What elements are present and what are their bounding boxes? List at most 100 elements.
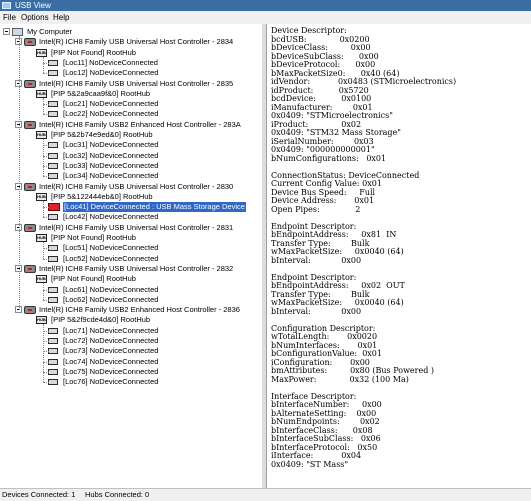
tree-controller[interactable]: Intel(R) ICH8 Family USB2 Enhanced Host … xyxy=(0,120,262,130)
tree-connector xyxy=(43,341,49,342)
tree-port[interactable]: [Loc62] NoDeviceConnected xyxy=(0,295,262,305)
usb-port-icon xyxy=(48,348,58,355)
tree-root-hub[interactable]: HUB [PIP 5&122444eb&0] RootHub xyxy=(0,192,262,202)
tree-connector xyxy=(43,289,49,291)
tree-connector xyxy=(43,283,44,300)
computer-icon xyxy=(12,28,23,36)
tree-connector xyxy=(43,330,49,332)
usb-device-icon xyxy=(48,203,60,212)
port-label: [Loc34] NoDeviceConnected xyxy=(63,171,159,181)
port-label: [Loc73] NoDeviceConnected xyxy=(63,346,159,356)
tree-controller[interactable]: Intel(R) ICH8 Family USB Universal Host … xyxy=(0,182,262,192)
hub-label: [PIP 5&2b74e9ed&0] RootHub xyxy=(51,130,153,139)
port-label: [Loc71] NoDeviceConnected xyxy=(63,325,159,335)
tree-port[interactable]: [Loc74] NoDeviceConnected xyxy=(0,357,262,367)
tree-port[interactable]: [Loc32] NoDeviceConnected xyxy=(0,151,262,161)
hub-label: [PIP Not Found] RootHub xyxy=(51,274,136,284)
usb-hub-icon: HUB xyxy=(36,48,47,57)
menu-file[interactable]: File xyxy=(3,11,16,24)
usb-port-icon xyxy=(48,327,58,334)
usb-controller-icon xyxy=(24,306,36,315)
tree-port[interactable]: [Loc73] NoDeviceConnected xyxy=(0,346,262,356)
usb-port-icon xyxy=(48,358,58,365)
tree-port[interactable]: [Loc22] NoDeviceConnected xyxy=(0,109,262,119)
controller-label: Intel(R) ICH8 Family USB Universal Host … xyxy=(39,222,234,232)
usb-port-icon xyxy=(48,152,58,159)
port-label: [Loc32] NoDeviceConnected xyxy=(63,150,159,160)
port-label: [Loc33] NoDeviceConnected xyxy=(63,160,159,170)
tree-root-hub[interactable]: HUB [PIP Not Found] RootHub xyxy=(0,233,262,243)
port-label: [Loc12] NoDeviceConnected xyxy=(63,68,159,78)
tree-port[interactable]: [Loc42] NoDeviceConnected xyxy=(0,212,262,222)
tree-root-hub[interactable]: HUB [PIP 5&2b74e9ed&0] RootHub xyxy=(0,130,262,140)
status-bar: Devices Connected: 1 Hubs Connected: 0 xyxy=(0,488,531,501)
port-label: [Loc51] NoDeviceConnected xyxy=(63,243,159,253)
tree-port[interactable]: [Loc51] NoDeviceConnected xyxy=(0,243,262,253)
tree-controller[interactable]: Intel(R) ICH8 Family USB2 Enhanced Host … xyxy=(0,305,262,315)
controller-label: Intel(R) ICH8 Family USB Universal Host … xyxy=(39,78,234,88)
usb-hub-icon: HUB xyxy=(36,192,47,201)
tree-port[interactable]: [Loc52] NoDeviceConnected xyxy=(0,254,262,264)
usb-port-icon xyxy=(48,173,58,180)
port-label: [Loc76] NoDeviceConnected xyxy=(63,377,159,387)
tree-connector xyxy=(43,114,49,116)
app-icon xyxy=(2,2,11,9)
port-label: [Loc21] NoDeviceConnected xyxy=(63,99,159,109)
tree-controller[interactable]: Intel(R) ICH8 Family USB Universal Host … xyxy=(0,264,262,274)
tree-connector xyxy=(19,36,20,311)
controller-label: Intel(R) ICH8 Family USB Universal Host … xyxy=(39,181,234,191)
tree-connector xyxy=(43,97,44,115)
usb-controller-icon xyxy=(24,223,36,232)
tree-port[interactable]: [Loc61] NoDeviceConnected xyxy=(0,285,262,295)
port-label: [Loc62] NoDeviceConnected xyxy=(63,294,159,304)
tree-root[interactable]: My Computer xyxy=(0,27,262,37)
tree-root-hub[interactable]: HUB [PIP Not Found] RootHub xyxy=(0,48,262,58)
tree-port[interactable]: [Loc71] NoDeviceConnected xyxy=(0,326,262,336)
tree-device[interactable]: [Loc41] DeviceConnected : USB Mass Stora… xyxy=(0,202,262,213)
tree-root-hub[interactable]: HUB [PIP 5&2f9cde4d&0] RootHub xyxy=(0,315,262,325)
tree-root-hub[interactable]: HUB [PIP 5&2a9caa9f&0] RootHub xyxy=(0,89,262,99)
details-pane[interactable]: Device Descriptor: bcdUSB: 0x0200 bDevic… xyxy=(266,24,531,488)
devices-connected: Devices Connected: 1 xyxy=(2,490,76,499)
tree-connector xyxy=(43,299,49,301)
tree-connector xyxy=(43,155,49,157)
usb-port-icon xyxy=(48,379,58,386)
usb-port-icon xyxy=(48,59,58,66)
tree-port[interactable]: [Loc34] NoDeviceConnected xyxy=(0,171,262,181)
menu-bar: File Options Help xyxy=(0,11,531,25)
controller-label: Intel(R) ICH8 Family USB Universal Host … xyxy=(39,263,234,273)
tree-connector xyxy=(43,62,49,64)
controller-label: Intel(R) ICH8 Family USB2 Enhanced Host … xyxy=(39,305,240,315)
port-label: [Loc22] NoDeviceConnected xyxy=(63,109,159,119)
collapse-toggle[interactable] xyxy=(3,28,10,35)
device-tree[interactable]: My Computer Intel(R) ICH8 Family USB Univ… xyxy=(0,24,263,488)
hub-label: [PIP 5&2f9cde4d&0] RootHub xyxy=(51,315,151,325)
tree-port[interactable]: [Loc11] NoDeviceConnected xyxy=(0,58,262,68)
tree-controller[interactable]: Intel(R) ICH8 Family USB Universal Host … xyxy=(0,223,262,233)
tree-root-hub[interactable]: HUB [PIP Not Found] RootHub xyxy=(0,274,262,284)
usb-controller-icon xyxy=(24,264,36,273)
tree-connector xyxy=(43,104,49,106)
tree-controller[interactable]: Intel(R) ICH8 Family USB Universal Host … xyxy=(0,37,262,47)
hub-label: [PIP Not Found] RootHub xyxy=(51,233,136,242)
tree-port[interactable]: [Loc72] NoDeviceConnected xyxy=(0,336,262,346)
tree-port[interactable]: [Loc75] NoDeviceConnected xyxy=(0,367,262,377)
tree-port[interactable]: [Loc12] NoDeviceConnected xyxy=(0,68,262,78)
usb-hub-icon: HUB xyxy=(36,275,47,284)
menu-help[interactable]: Help xyxy=(53,11,69,24)
title-bar: USB View xyxy=(0,0,531,11)
tree-port[interactable]: [Loc33] NoDeviceConnected xyxy=(0,161,262,171)
tree-port[interactable]: [Loc31] NoDeviceConnected xyxy=(0,140,262,150)
menu-options[interactable]: Options xyxy=(21,11,49,24)
tree-port[interactable]: [Loc21] NoDeviceConnected xyxy=(0,99,262,109)
usb-hub-icon: HUB xyxy=(36,131,47,139)
port-label: [Loc72] NoDeviceConnected xyxy=(63,336,159,345)
tree-port[interactable]: [Loc76] NoDeviceConnected xyxy=(0,377,262,387)
port-label: [Loc41] DeviceConnected : USB Mass Stora… xyxy=(63,202,246,213)
descriptor-text: Device Descriptor: bcdUSB: 0x0200 bDevic… xyxy=(271,26,457,469)
usb-hub-icon: HUB xyxy=(36,89,47,98)
tree-controller[interactable]: Intel(R) ICH8 Family USB Universal Host … xyxy=(0,79,262,89)
tree-connector xyxy=(43,200,44,218)
usb-port-icon xyxy=(48,162,58,169)
usb-controller-icon xyxy=(24,182,36,191)
